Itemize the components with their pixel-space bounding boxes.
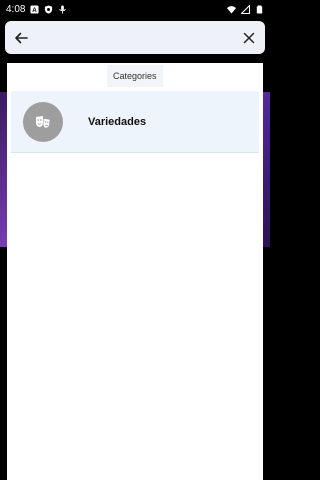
shield-icon — [45, 4, 53, 14]
search-bar — [5, 21, 265, 54]
clear-search-button[interactable] — [241, 30, 257, 46]
notification-a-icon: A — [30, 4, 40, 14]
status-bar: 4:08 A — [0, 0, 270, 18]
battery-icon — [256, 4, 263, 14]
section-header-categories: Categories — [107, 65, 163, 87]
search-input[interactable] — [39, 30, 231, 45]
arrow-left-icon — [15, 32, 28, 43]
microphone-icon — [59, 4, 67, 14]
category-result-label: Variedades — [88, 115, 147, 128]
back-button[interactable] — [13, 30, 29, 46]
status-left: 4:08 A — [6, 4, 67, 15]
cellular-signal-icon — [241, 4, 250, 14]
wifi-icon — [227, 5, 236, 14]
category-avatar — [23, 101, 63, 142]
svg-text:A: A — [33, 7, 38, 14]
category-result-item[interactable]: Variedades — [11, 91, 259, 153]
status-right — [227, 4, 264, 14]
theater-masks-icon — [36, 115, 51, 128]
search-results-panel: Categories Variedades — [7, 63, 263, 480]
status-time: 4:08 — [6, 3, 26, 15]
close-icon — [243, 32, 255, 43]
